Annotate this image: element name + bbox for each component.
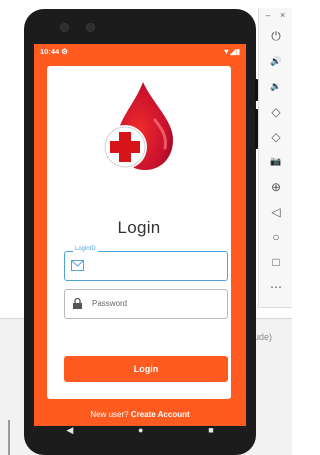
mail-icon [71,260,84,271]
minimize-button[interactable]: – [266,10,271,24]
nav-home-icon[interactable]: ● [138,425,143,435]
signup-prompt: New user? Create Account [34,410,246,419]
rotate-right-icon: ◇ [271,129,281,144]
more-button[interactable]: ⋯ [259,274,293,299]
camera-icon: 📷 [270,156,282,166]
more-icon: ⋯ [270,279,282,294]
front-sensor [86,23,95,32]
rotate-left-button[interactable]: ◇ [259,99,293,124]
zoom-icon: ⊕ [270,179,282,194]
phone-frame: 10:44 ⚙ ▼◢▮ Login LoginID Password Login… [24,9,258,455]
screenshot-button[interactable]: 📷 [259,149,293,174]
home-button[interactable]: ○ [259,224,293,249]
rotate-right-button[interactable]: ◇ [259,124,293,149]
ide-divider [8,420,10,455]
create-account-link[interactable]: Create Account [131,410,190,419]
zoom-button[interactable]: ⊕ [259,174,293,199]
phone-screen: 10:44 ⚙ ▼◢▮ Login LoginID Password Login… [34,44,246,426]
login-id-field[interactable]: LoginID [64,246,228,281]
power-icon: ⏻ [271,29,281,43]
back-icon: ◁ [271,204,281,219]
close-button[interactable]: × [280,10,285,24]
forgot-password-link[interactable]: Forgot Password [47,400,231,409]
login-id-label: LoginID [73,246,98,252]
back-button[interactable]: ◁ [259,199,293,224]
login-card: Login LoginID Password Login Forgot Pass… [47,66,231,409]
ide-text-fragment: ude) [254,332,273,342]
status-time: 10:44 ⚙ [40,47,69,56]
settings-icon: ⚙ [61,47,69,56]
phone-power-key [255,79,258,101]
password-placeholder: Password [92,299,128,308]
rotate-left-icon: ◇ [271,104,281,119]
nav-back-icon[interactable]: ◀ [66,425,73,436]
status-bar: 10:44 ⚙ ▼◢▮ [34,44,246,59]
nav-recents-icon[interactable]: ■ [208,425,213,435]
lock-icon [73,298,82,309]
android-nav-bar: ◀ ● ■ [34,419,246,441]
volume-down-button[interactable]: 🔉 [259,74,293,99]
home-icon: ○ [272,229,280,244]
login-title: Login [117,218,161,237]
volume-down-icon: 🔉 [270,81,282,91]
phone-volume-key [255,109,258,149]
login-button[interactable]: Login [64,356,228,382]
power-button[interactable]: ⏻ [259,24,293,49]
overview-icon: □ [272,254,280,269]
status-icons: ▼◢▮ [222,47,240,56]
front-camera [60,23,69,32]
phone-bezel-top [24,9,256,45]
emulator-toolbar: – × ⏻ 🔊 🔉 ◇ ◇ 📷 ⊕ ◁ ○ □ ⋯ [258,8,292,308]
volume-up-button[interactable]: 🔊 [259,49,293,74]
screenshot-canvas: ude) – × ⏻ 🔊 🔉 ◇ ◇ 📷 ⊕ ◁ ○ □ ⋯ 10:44 ⚙ ▼… [0,0,292,455]
blood-drop-logo [103,82,173,170]
password-field[interactable]: Password [64,289,228,319]
overview-button[interactable]: □ [259,249,293,274]
volume-up-icon: 🔊 [270,56,282,66]
emulator-window-controls: – × [259,8,292,24]
new-user-text: New user? [90,410,131,419]
